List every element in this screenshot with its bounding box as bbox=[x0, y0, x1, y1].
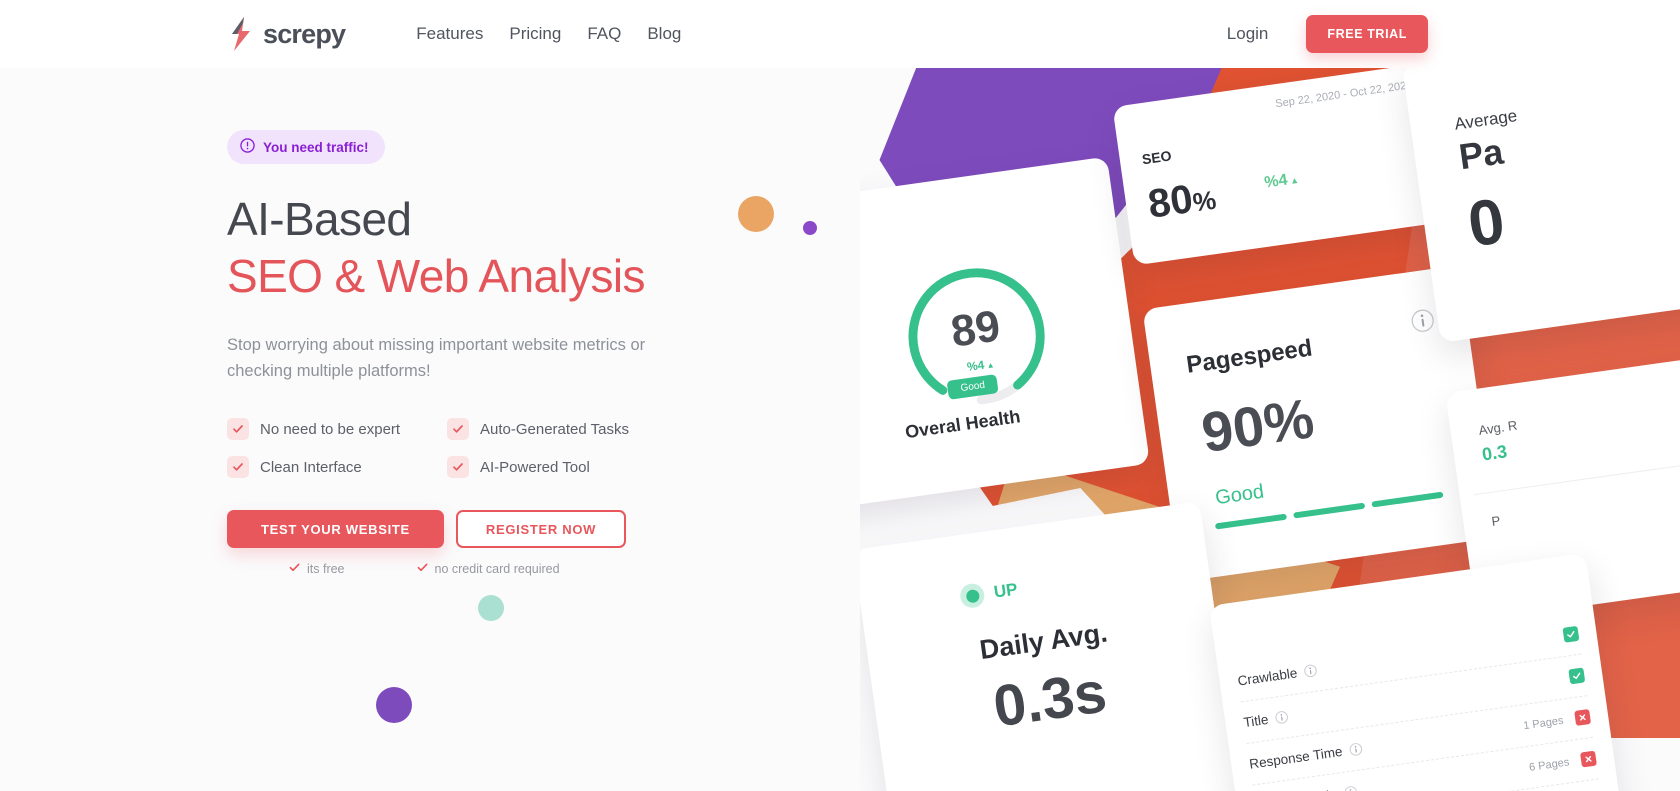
pagespeed-bar bbox=[1214, 513, 1288, 530]
feature-label: AI-Powered Tool bbox=[480, 458, 590, 476]
daily-average-value: 0.3s bbox=[989, 659, 1111, 740]
nav-left-group: screpy Features Pricing FAQ Blog bbox=[228, 17, 681, 51]
register-now-button[interactable]: REGISTER NOW bbox=[455, 510, 627, 549]
feature-list: No need to be expert Auto-Generated Task… bbox=[227, 418, 867, 479]
info-circle-icon[interactable] bbox=[1348, 742, 1363, 757]
check-icon bbox=[227, 456, 249, 479]
seo-delta: %4 ▲ bbox=[1263, 171, 1300, 192]
average-page-value: 0 bbox=[1463, 184, 1509, 261]
feature-label: Clean Interface bbox=[260, 458, 362, 476]
cta-notes: its free no credit card required bbox=[227, 562, 867, 576]
uptime-status: UP bbox=[958, 578, 1019, 610]
check-icon bbox=[417, 562, 428, 576]
info-circle-icon[interactable] bbox=[1343, 785, 1358, 791]
feature-label: Auto-Generated Tasks bbox=[480, 420, 629, 438]
nav-link-blog[interactable]: Blog bbox=[647, 24, 681, 44]
note-label: no credit card required bbox=[434, 562, 560, 577]
pagespeed-bar bbox=[1371, 491, 1444, 508]
alert-circle-icon bbox=[240, 138, 255, 156]
checklist-row-pages: 6 Pages bbox=[1528, 755, 1571, 774]
decor-dot-mint bbox=[478, 595, 504, 621]
checklist-row-name: Content Ratio bbox=[1254, 787, 1338, 791]
free-trial-button[interactable]: FREE TRIAL bbox=[1306, 15, 1428, 53]
feature-label: No need to be expert bbox=[260, 420, 401, 438]
avg-response-label-2: P bbox=[1490, 512, 1502, 529]
seo-card-value: 80% bbox=[1145, 177, 1219, 227]
feature-item: Auto-Generated Tasks bbox=[447, 418, 667, 441]
check-icon bbox=[447, 418, 469, 441]
feature-item: No need to be expert bbox=[227, 418, 447, 441]
info-circle-icon[interactable] bbox=[1274, 710, 1289, 725]
info-circle-icon[interactable] bbox=[1303, 664, 1318, 679]
checklist-row-status: 1 Pages bbox=[1522, 709, 1592, 733]
seo-date-range: Sep 22, 2020 - Oct 22, 2020 bbox=[1274, 79, 1414, 111]
traffic-badge: You need traffic! bbox=[227, 130, 385, 164]
status-error-icon bbox=[1580, 750, 1597, 768]
checklist-row-name: Crawlable bbox=[1236, 665, 1299, 689]
hero-subtitle: Stop worrying about missing important we… bbox=[227, 336, 646, 380]
checklist-row-name: Response Time bbox=[1248, 743, 1344, 772]
hero-section: You need traffic! AI-Based SEO & Web Ana… bbox=[227, 130, 867, 576]
cta-row: TEST YOUR WEBSITE REGISTER NOW bbox=[227, 510, 867, 549]
pagespeed-status: Good bbox=[1213, 480, 1266, 510]
brand-name: screpy bbox=[263, 18, 346, 49]
avg-response-label: Avg. R bbox=[1477, 417, 1519, 438]
seo-card-label: SEO bbox=[1140, 147, 1173, 168]
status-ok-icon bbox=[1568, 667, 1586, 685]
pagespeed-card-label: Pagespeed bbox=[1184, 334, 1315, 379]
checklist-row-status bbox=[1556, 667, 1586, 686]
note-label: its free bbox=[307, 562, 345, 577]
checklist-row-pages: 1 Pages bbox=[1522, 714, 1565, 732]
overall-health-card[interactable]: 89 %4 ▲ Good Overal Health bbox=[860, 156, 1150, 510]
nav-link-features[interactable]: Features bbox=[416, 24, 483, 44]
note-no-credit-card: no credit card required bbox=[417, 562, 560, 576]
nav-links: Features Pricing FAQ Blog bbox=[416, 24, 681, 44]
arrow-up-icon: ▲ bbox=[1286, 174, 1300, 187]
avg-response-value: 0.3 bbox=[1480, 441, 1509, 465]
average-page-label: Average bbox=[1453, 106, 1519, 134]
nav-link-pricing[interactable]: Pricing bbox=[509, 24, 561, 44]
arrow-up-icon: ▲ bbox=[983, 360, 996, 371]
divider bbox=[1473, 461, 1680, 496]
hero-title-line2: SEO & Web Analysis bbox=[227, 250, 645, 302]
info-circle-icon[interactable] bbox=[1409, 307, 1436, 334]
test-your-website-button[interactable]: TEST YOUR WEBSITE bbox=[227, 510, 444, 549]
average-page-sublabel: Pa bbox=[1456, 130, 1506, 178]
checklist-row-status bbox=[1551, 625, 1580, 645]
page-title: AI-Based SEO & Web Analysis bbox=[227, 196, 867, 299]
check-icon bbox=[447, 456, 469, 479]
hero-title-line1: AI-Based bbox=[227, 193, 412, 245]
uptime-status-label: UP bbox=[992, 579, 1019, 602]
check-icon bbox=[227, 418, 249, 441]
status-error-icon bbox=[1574, 709, 1592, 726]
feature-item: AI-Powered Tool bbox=[447, 456, 667, 479]
status-dot-icon bbox=[958, 582, 986, 610]
pagespeed-bar bbox=[1293, 502, 1366, 519]
daily-average-label: Daily Avg. bbox=[977, 617, 1110, 666]
hero-illustration: 89 %4 ▲ Good Overal Health Sep 22, 2020 … bbox=[860, 58, 1680, 791]
top-navbar: screpy Features Pricing FAQ Blog Login F… bbox=[0, 0, 1680, 68]
pagespeed-value: 90% bbox=[1197, 386, 1318, 465]
note-its-free: its free bbox=[289, 562, 345, 576]
checklist-row-name: Title bbox=[1242, 711, 1270, 731]
landing-page: screpy Features Pricing FAQ Blog Login F… bbox=[0, 0, 1680, 791]
traffic-badge-label: You need traffic! bbox=[263, 139, 369, 155]
average-page-card[interactable]: Average Pa 0 bbox=[1401, 58, 1680, 343]
decor-dot-purple bbox=[376, 687, 412, 723]
status-ok-icon bbox=[1562, 625, 1580, 643]
lightning-bolt-icon bbox=[228, 17, 254, 51]
login-link[interactable]: Login bbox=[1227, 24, 1269, 44]
checklist-row-status: 6 Pages bbox=[1528, 750, 1597, 775]
feature-item: Clean Interface bbox=[227, 456, 447, 479]
nav-right-group: Login FREE TRIAL bbox=[1227, 15, 1428, 53]
check-icon bbox=[289, 562, 300, 576]
nav-link-faq[interactable]: FAQ bbox=[587, 24, 621, 44]
daily-average-card[interactable]: UP Daily Avg. 0.3s bbox=[860, 501, 1246, 791]
brand-logo[interactable]: screpy bbox=[228, 17, 346, 51]
